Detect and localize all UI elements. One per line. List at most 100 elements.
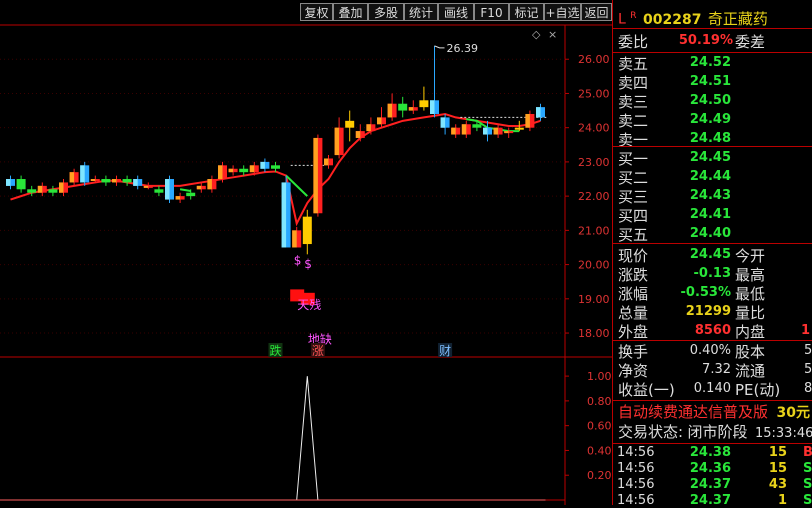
toolbar-button-1[interactable]: 叠加 <box>333 3 368 21</box>
price-tick-label: 22.00 <box>578 190 610 203</box>
tick-price: 24.37 <box>689 493 731 508</box>
tick-price: 24.36 <box>689 461 731 476</box>
candle-body-highlight <box>59 182 64 193</box>
tick-direction: S <box>803 493 812 508</box>
candle-body-highlight <box>461 124 467 135</box>
candle-body <box>271 165 280 169</box>
candle-body <box>472 124 482 128</box>
toolbar-button-5[interactable]: F10 <box>474 3 509 21</box>
bid-price[interactable]: 24.43 <box>673 188 731 203</box>
toolbar-button-2[interactable]: 多股 <box>368 3 404 21</box>
bid-price[interactable]: 24.44 <box>673 169 731 184</box>
ask-label: 卖四 <box>618 74 649 92</box>
quote-value: 24.45 <box>689 247 731 262</box>
candle-body <box>154 189 164 193</box>
fin-label-2: PE(动) <box>735 381 781 399</box>
candle-body <box>101 179 111 183</box>
price-tick-label: 20.00 <box>578 259 610 272</box>
fin-value-2: 5 <box>804 343 812 358</box>
wei-diff-label: 委差 <box>735 33 766 51</box>
divider <box>613 28 812 29</box>
candle-body-highlight <box>292 230 297 248</box>
quote-value: 8560 <box>694 323 731 338</box>
ask-label: 卖二 <box>618 112 649 130</box>
chart-marker: $ <box>304 257 312 271</box>
chart-settings-icon: ◇ <box>532 28 541 41</box>
fin-value: 0.40% <box>689 343 731 358</box>
tick-direction: S <box>803 477 812 492</box>
candle-body-highlight <box>175 196 181 200</box>
ask-price[interactable]: 24.49 <box>673 112 731 127</box>
price-tick-label: 26.00 <box>578 53 610 66</box>
tick-volume: 15 <box>768 445 787 460</box>
renewal-banner[interactable]: 自动续费通达信普及版 30元 <box>618 402 810 422</box>
tick-price: 24.37 <box>689 477 731 492</box>
toolbar-button-4[interactable]: 画线 <box>438 3 474 21</box>
indicator-line <box>10 376 541 501</box>
stock-prefix: L <box>618 11 626 28</box>
candle-body-highlight <box>313 137 318 214</box>
candle-body-highlight <box>355 131 361 138</box>
ask-price[interactable]: 24.50 <box>673 93 731 108</box>
event-label: 跌 <box>270 343 282 358</box>
event-label: 财 <box>439 344 451 358</box>
stock-name: 奇正藏药 <box>707 9 768 28</box>
candle-body <box>27 189 37 193</box>
peak-label: 26.39 <box>447 42 479 55</box>
candle-body-highlight <box>483 127 488 135</box>
toolbar-button-8[interactable]: 返回 <box>581 3 612 21</box>
candle-body-highlight <box>6 179 11 186</box>
candle-body-highlight <box>196 185 202 190</box>
ask-price[interactable]: 24.51 <box>673 74 731 89</box>
bid-price[interactable]: 24.45 <box>673 150 731 165</box>
bid-label: 买二 <box>618 169 649 187</box>
tick-time: 14:56 <box>617 445 655 460</box>
divider <box>613 243 812 244</box>
trade-status: 交易状态: 闭市阶段 15:33:46 <box>618 422 812 442</box>
toolbar-button-3[interactable]: 统计 <box>404 3 438 21</box>
candle-body-highlight <box>133 179 138 186</box>
divider <box>613 443 812 444</box>
candle-body-highlight <box>324 158 329 166</box>
event-label: 涨 <box>312 343 324 358</box>
bid-price[interactable]: 24.41 <box>673 207 731 222</box>
tick-volume: 15 <box>768 461 787 476</box>
indicator-tick-label: 0.80 <box>587 395 612 408</box>
banner-text: 自动续费通达信普及版 <box>618 403 769 421</box>
ask-label: 卖五 <box>618 55 649 73</box>
candle-body-highlight <box>69 172 75 183</box>
kline-chart-area[interactable]: ◇ × 26.00 25.00 24.00 23.00 22.00 21.00 20.00 19.… <box>0 0 612 505</box>
indicator-tick-label: 0.40 <box>587 444 612 457</box>
candle-body <box>16 179 26 190</box>
ask-price[interactable]: 24.52 <box>673 55 731 70</box>
chart-marker: $ <box>294 254 302 268</box>
toolbar-button-0[interactable]: 复权 <box>300 3 333 21</box>
fin-value: 0.140 <box>693 381 731 396</box>
quote-label: 总量 <box>618 304 649 322</box>
candle-body-highlight <box>493 127 499 135</box>
bid-label: 买三 <box>618 188 649 206</box>
candle-body-highlight <box>281 182 287 248</box>
quote-label-2: 最高 <box>735 266 766 284</box>
candle-body-highlight <box>143 185 149 188</box>
bid-label: 买五 <box>618 226 649 244</box>
candle-body-highlight <box>451 127 456 135</box>
toolbar-button-7[interactable]: +自选 <box>544 3 581 21</box>
bid-price[interactable]: 24.40 <box>673 226 731 241</box>
fin-label-2: 流通 <box>735 362 766 380</box>
kline-chart[interactable]: ◇ × 26.00 25.00 24.00 23.00 22.00 21.00 20.00 19.… <box>0 0 612 505</box>
indicator-tick-label: 1.00 <box>587 370 612 383</box>
candle-body <box>345 120 355 128</box>
ask-price[interactable]: 24.48 <box>673 131 731 146</box>
peak-pointer <box>434 45 445 49</box>
candle-body <box>186 192 196 197</box>
quote-value: 21299 <box>685 304 731 319</box>
quote-label-2: 今开 <box>735 247 766 265</box>
tick-direction: B <box>803 445 812 460</box>
stock-header: L R 002287 奇正藏药 <box>618 6 768 28</box>
candle-body-highlight <box>440 117 446 128</box>
toolbar-button-6[interactable]: 标记 <box>509 3 544 21</box>
banner-price: 30元 <box>776 405 810 421</box>
price-tick-label: 25.00 <box>578 87 610 100</box>
tick-time: 14:56 <box>617 477 655 492</box>
